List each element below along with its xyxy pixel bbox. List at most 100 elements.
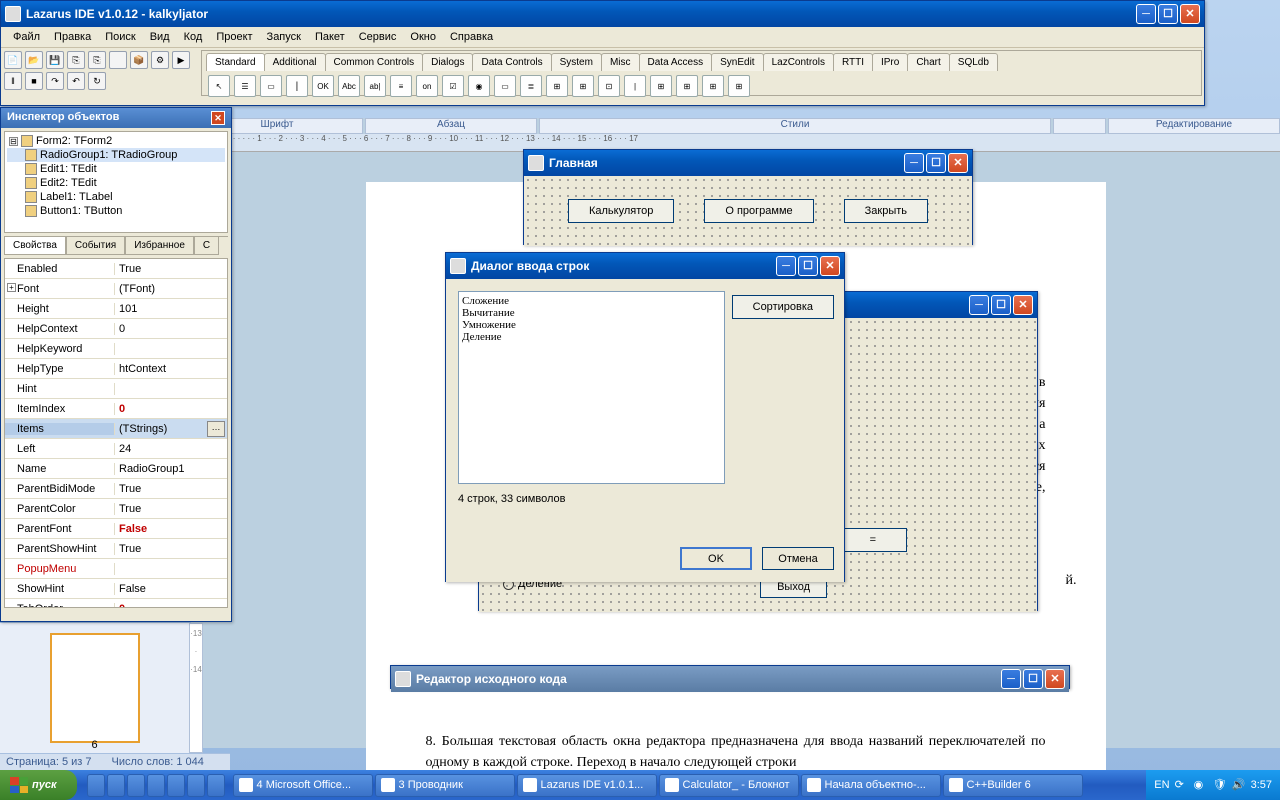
component-icon[interactable]: ≡ xyxy=(390,75,412,97)
palette-tab[interactable]: SynEdit xyxy=(711,53,763,71)
menu-item[interactable]: Справка xyxy=(444,29,499,45)
maximize-button[interactable]: ☐ xyxy=(798,256,818,276)
maximize-button[interactable]: ☐ xyxy=(926,153,946,173)
palette-tab[interactable]: Data Controls xyxy=(472,53,551,71)
toolbar-icon[interactable] xyxy=(109,51,127,69)
inspector-tab[interactable]: Избранное xyxy=(125,237,194,255)
about-button[interactable]: О программе xyxy=(704,199,813,223)
inspector-tab[interactable]: Свойства xyxy=(4,237,66,255)
palette-tab[interactable]: Standard xyxy=(206,53,265,71)
component-icon[interactable]: ⊞ xyxy=(572,75,594,97)
palette-tab[interactable]: Misc xyxy=(601,53,640,71)
thumbnail-pane[interactable]: 6 ·13··14 xyxy=(0,623,190,753)
palette-tab[interactable]: Additional xyxy=(264,53,326,71)
component-icon[interactable]: ⊞ xyxy=(546,75,568,97)
tray-icon[interactable]: ◉ xyxy=(1194,778,1208,792)
component-icon[interactable]: OK xyxy=(312,75,334,97)
ellipsis-button[interactable]: … xyxy=(207,421,225,437)
menu-item[interactable]: Проект xyxy=(210,29,258,45)
tray-icon[interactable]: 🛡 xyxy=(1213,778,1227,792)
close-button[interactable]: ✕ xyxy=(1180,4,1200,24)
palette-tab[interactable]: Data Access xyxy=(639,53,713,71)
tree-item[interactable]: Button1: TButton xyxy=(7,204,225,218)
language-indicator[interactable]: EN xyxy=(1154,779,1169,791)
property-row[interactable]: Height101 xyxy=(5,299,227,319)
property-row[interactable]: Items(TStrings)… xyxy=(5,419,227,439)
toolbar-icon[interactable]: ■ xyxy=(25,72,43,90)
taskbar-task[interactable]: C++Builder 6 xyxy=(943,774,1083,797)
minimize-button[interactable]: ─ xyxy=(1001,669,1021,689)
component-icon[interactable]: on xyxy=(416,75,438,97)
tray-icon[interactable]: ⟳ xyxy=(1175,778,1189,792)
menu-item[interactable]: Файл xyxy=(7,29,46,45)
quicklaunch-icon[interactable] xyxy=(147,774,165,797)
minimize-button[interactable]: ─ xyxy=(969,295,989,315)
property-row[interactable]: TabOrder0 xyxy=(5,599,227,608)
toolbar-icon[interactable]: ↻ xyxy=(88,72,106,90)
property-row[interactable]: ParentBidiModeTrue xyxy=(5,479,227,499)
property-row[interactable]: Left24 xyxy=(5,439,227,459)
menu-item[interactable]: Поиск xyxy=(99,29,141,45)
tree-item[interactable]: Label1: TLabel xyxy=(7,190,225,204)
toolbar-icon[interactable]: ⎘ xyxy=(67,51,85,69)
word-count[interactable]: Число слов: 1 044 xyxy=(112,756,204,769)
menu-item[interactable]: Код xyxy=(178,29,209,45)
close-button[interactable]: ✕ xyxy=(1013,295,1033,315)
menu-item[interactable]: Окно xyxy=(404,29,442,45)
toolbar-icon[interactable]: ▶ xyxy=(172,51,190,69)
taskbar-task[interactable]: Lazarus IDE v1.0.1... xyxy=(517,774,657,797)
palette-tab[interactable]: RTTI xyxy=(833,53,873,71)
strings-textarea[interactable] xyxy=(458,291,725,484)
tray-icon[interactable]: 🔊 xyxy=(1232,778,1246,792)
word-status-bar[interactable]: Страница: 5 из 7 Число слов: 1 044 xyxy=(0,753,230,771)
component-icon[interactable]: | xyxy=(624,75,646,97)
close-button[interactable]: ✕ xyxy=(820,256,840,276)
component-icon[interactable]: ⊡ xyxy=(598,75,620,97)
property-row[interactable]: ParentShowHintTrue xyxy=(5,539,227,559)
inspector-tab[interactable]: С xyxy=(194,237,219,255)
minimize-button[interactable]: ─ xyxy=(776,256,796,276)
property-row[interactable]: +Font(TFont) xyxy=(5,279,227,299)
tree-item[interactable]: Edit2: TEdit xyxy=(7,176,225,190)
property-row[interactable]: ShowHintFalse xyxy=(5,579,227,599)
designer-main-form[interactable]: Главная ─ ☐ ✕ Калькулятор О программе За… xyxy=(523,149,973,245)
component-icon[interactable]: ◉ xyxy=(468,75,490,97)
sort-button[interactable]: Сортировка xyxy=(732,295,834,319)
taskbar-task[interactable]: 3 Проводник xyxy=(375,774,515,797)
inspector-tab[interactable]: События xyxy=(66,237,125,255)
calculator-button[interactable]: Калькулятор xyxy=(568,199,674,223)
component-icon[interactable]: ▭ xyxy=(260,75,282,97)
property-row[interactable]: HelpTypehtContext xyxy=(5,359,227,379)
toolbar-icon[interactable]: 💾 xyxy=(46,51,64,69)
component-icon[interactable]: ⊞ xyxy=(702,75,724,97)
page-indicator[interactable]: Страница: 5 из 7 xyxy=(6,756,92,769)
close-button[interactable]: ✕ xyxy=(948,153,968,173)
component-icon[interactable]: ↖ xyxy=(208,75,230,97)
component-icon[interactable]: ⊞ xyxy=(676,75,698,97)
toolbar-icon[interactable]: 📄 xyxy=(4,51,22,69)
tree-item[interactable]: Edit1: TEdit xyxy=(7,162,225,176)
component-icon[interactable]: Abc xyxy=(338,75,360,97)
quicklaunch-icon[interactable] xyxy=(127,774,145,797)
property-row[interactable]: ItemIndex0 xyxy=(5,399,227,419)
quicklaunch-icon[interactable] xyxy=(207,774,225,797)
close-app-button[interactable]: Закрыть xyxy=(844,199,928,223)
toolbar-icon[interactable]: ↷ xyxy=(46,72,64,90)
property-row[interactable]: EnabledTrue xyxy=(5,259,227,279)
toolbar-icon[interactable]: ⚙ xyxy=(151,51,169,69)
close-button[interactable]: ✕ xyxy=(1045,669,1065,689)
taskbar-task[interactable]: 4 Microsoft Office... xyxy=(233,774,373,797)
component-icon[interactable]: ≣ xyxy=(520,75,542,97)
palette-tab[interactable]: Dialogs xyxy=(422,53,473,71)
menu-item[interactable]: Сервис xyxy=(353,29,403,45)
menu-item[interactable]: Правка xyxy=(48,29,97,45)
property-row[interactable]: PopupMenu xyxy=(5,559,227,579)
tree-item[interactable]: ⊟Form2: TForm2 xyxy=(7,134,225,148)
menu-item[interactable]: Пакет xyxy=(309,29,351,45)
palette-tab[interactable]: IPro xyxy=(872,53,908,71)
maximize-button[interactable]: ☐ xyxy=(1158,4,1178,24)
toolbar-icon[interactable]: ↶ xyxy=(67,72,85,90)
quicklaunch-icon[interactable] xyxy=(87,774,105,797)
component-icon[interactable]: ⎮ xyxy=(286,75,308,97)
palette-tab[interactable]: LazControls xyxy=(763,53,834,71)
